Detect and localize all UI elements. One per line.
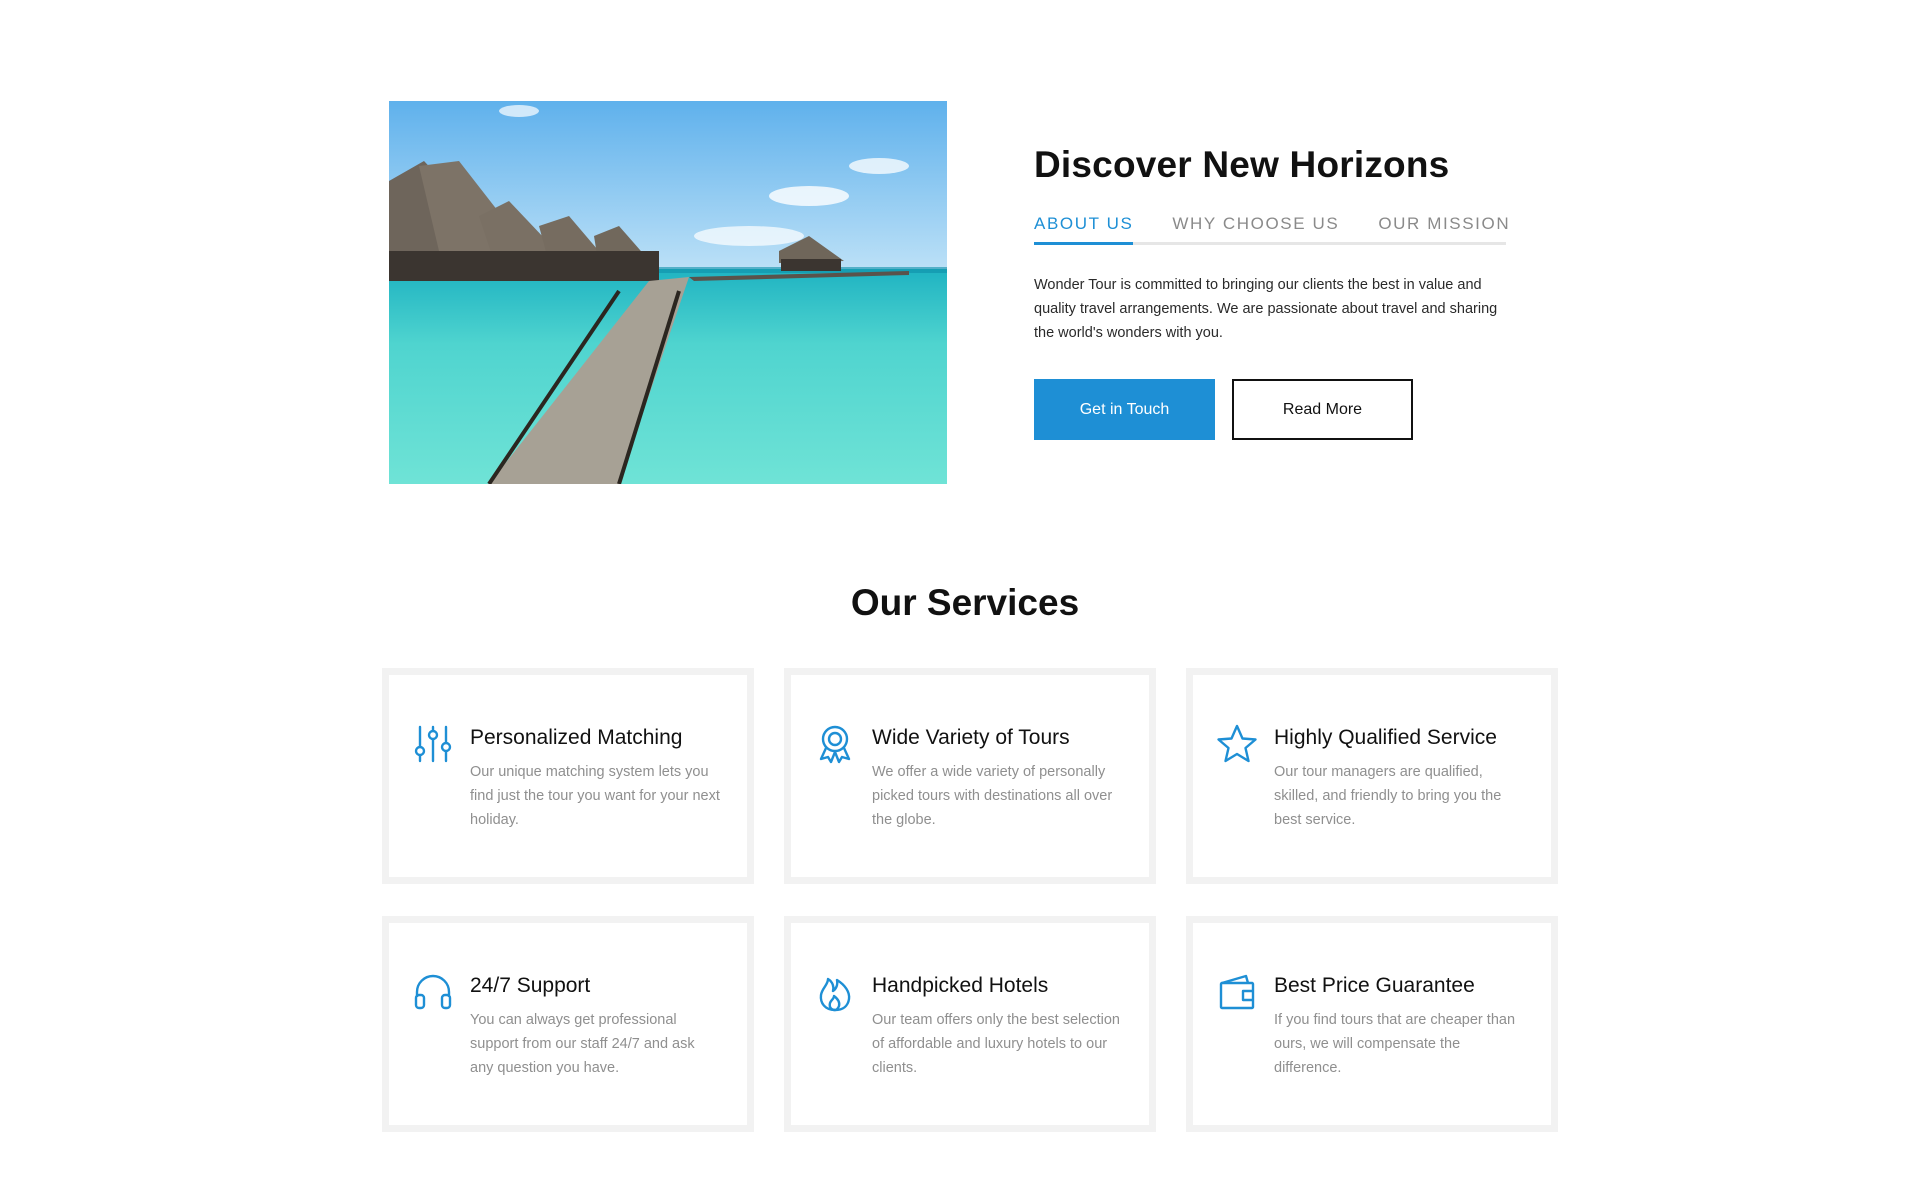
service-text: You can always get professional support … xyxy=(470,1012,695,1076)
service-text: Our unique matching system lets you find… xyxy=(470,764,720,828)
tab-why-choose-us[interactable]: WHY CHOOSE US xyxy=(1172,214,1339,242)
service-title: 24/7 Support xyxy=(470,974,591,997)
about-section: Discover New Horizons ABOUT US WHY CHOOS… xyxy=(1034,140,1514,440)
tab-about-us[interactable]: ABOUT US xyxy=(1034,214,1134,245)
service-text: Our team offers only the best selection … xyxy=(872,1012,1120,1076)
service-title: Personalized Matching xyxy=(470,726,683,749)
page: Discover New Horizons ABOUT US WHY CHOOS… xyxy=(0,0,1930,1200)
service-card: Highly Qualified Service Our tour manage… xyxy=(1186,668,1558,884)
award-icon xyxy=(814,723,856,765)
about-tabs: ABOUT US WHY CHOOSE US OUR MISSION xyxy=(1034,214,1509,245)
resort-pier-illustration xyxy=(389,101,947,484)
service-card: Handpicked Hotels Our team offers only t… xyxy=(784,916,1156,1132)
services-grid: Personalized Matching Our unique matchin… xyxy=(382,668,1558,1132)
service-card: 24/7 Support You can always get professi… xyxy=(382,916,754,1132)
service-card: Personalized Matching Our unique matchin… xyxy=(382,668,754,884)
get-in-touch-button[interactable]: Get in Touch xyxy=(1034,379,1215,440)
about-buttons: Get in Touch Read More xyxy=(1034,379,1514,440)
service-title: Handpicked Hotels xyxy=(872,974,1049,997)
service-card: Best Price Guarantee If you find tours t… xyxy=(1186,916,1558,1132)
about-title: Discover New Horizons xyxy=(1034,144,1450,185)
tab-our-mission[interactable]: OUR MISSION xyxy=(1378,214,1510,242)
sliders-icon xyxy=(412,723,454,765)
about-text: Wonder Tour is committed to bringing our… xyxy=(1034,277,1498,341)
service-text: If you find tours that are cheaper than … xyxy=(1274,1012,1516,1076)
wallet-icon xyxy=(1216,971,1258,1013)
hero-image xyxy=(389,101,947,484)
flame-icon xyxy=(814,971,856,1013)
star-icon xyxy=(1216,723,1258,765)
service-text: We offer a wide variety of personally pi… xyxy=(872,764,1113,828)
services-title: Our Services xyxy=(850,582,1080,623)
service-title: Wide Variety of Tours xyxy=(872,726,1070,749)
service-title: Best Price Guarantee xyxy=(1274,974,1475,997)
service-title: Highly Qualified Service xyxy=(1274,726,1497,749)
service-text: Our tour managers are qualified, skilled… xyxy=(1274,764,1502,828)
read-more-button[interactable]: Read More xyxy=(1232,379,1413,440)
service-card: Wide Variety of Tours We offer a wide va… xyxy=(784,668,1156,884)
headphones-icon xyxy=(412,971,454,1013)
